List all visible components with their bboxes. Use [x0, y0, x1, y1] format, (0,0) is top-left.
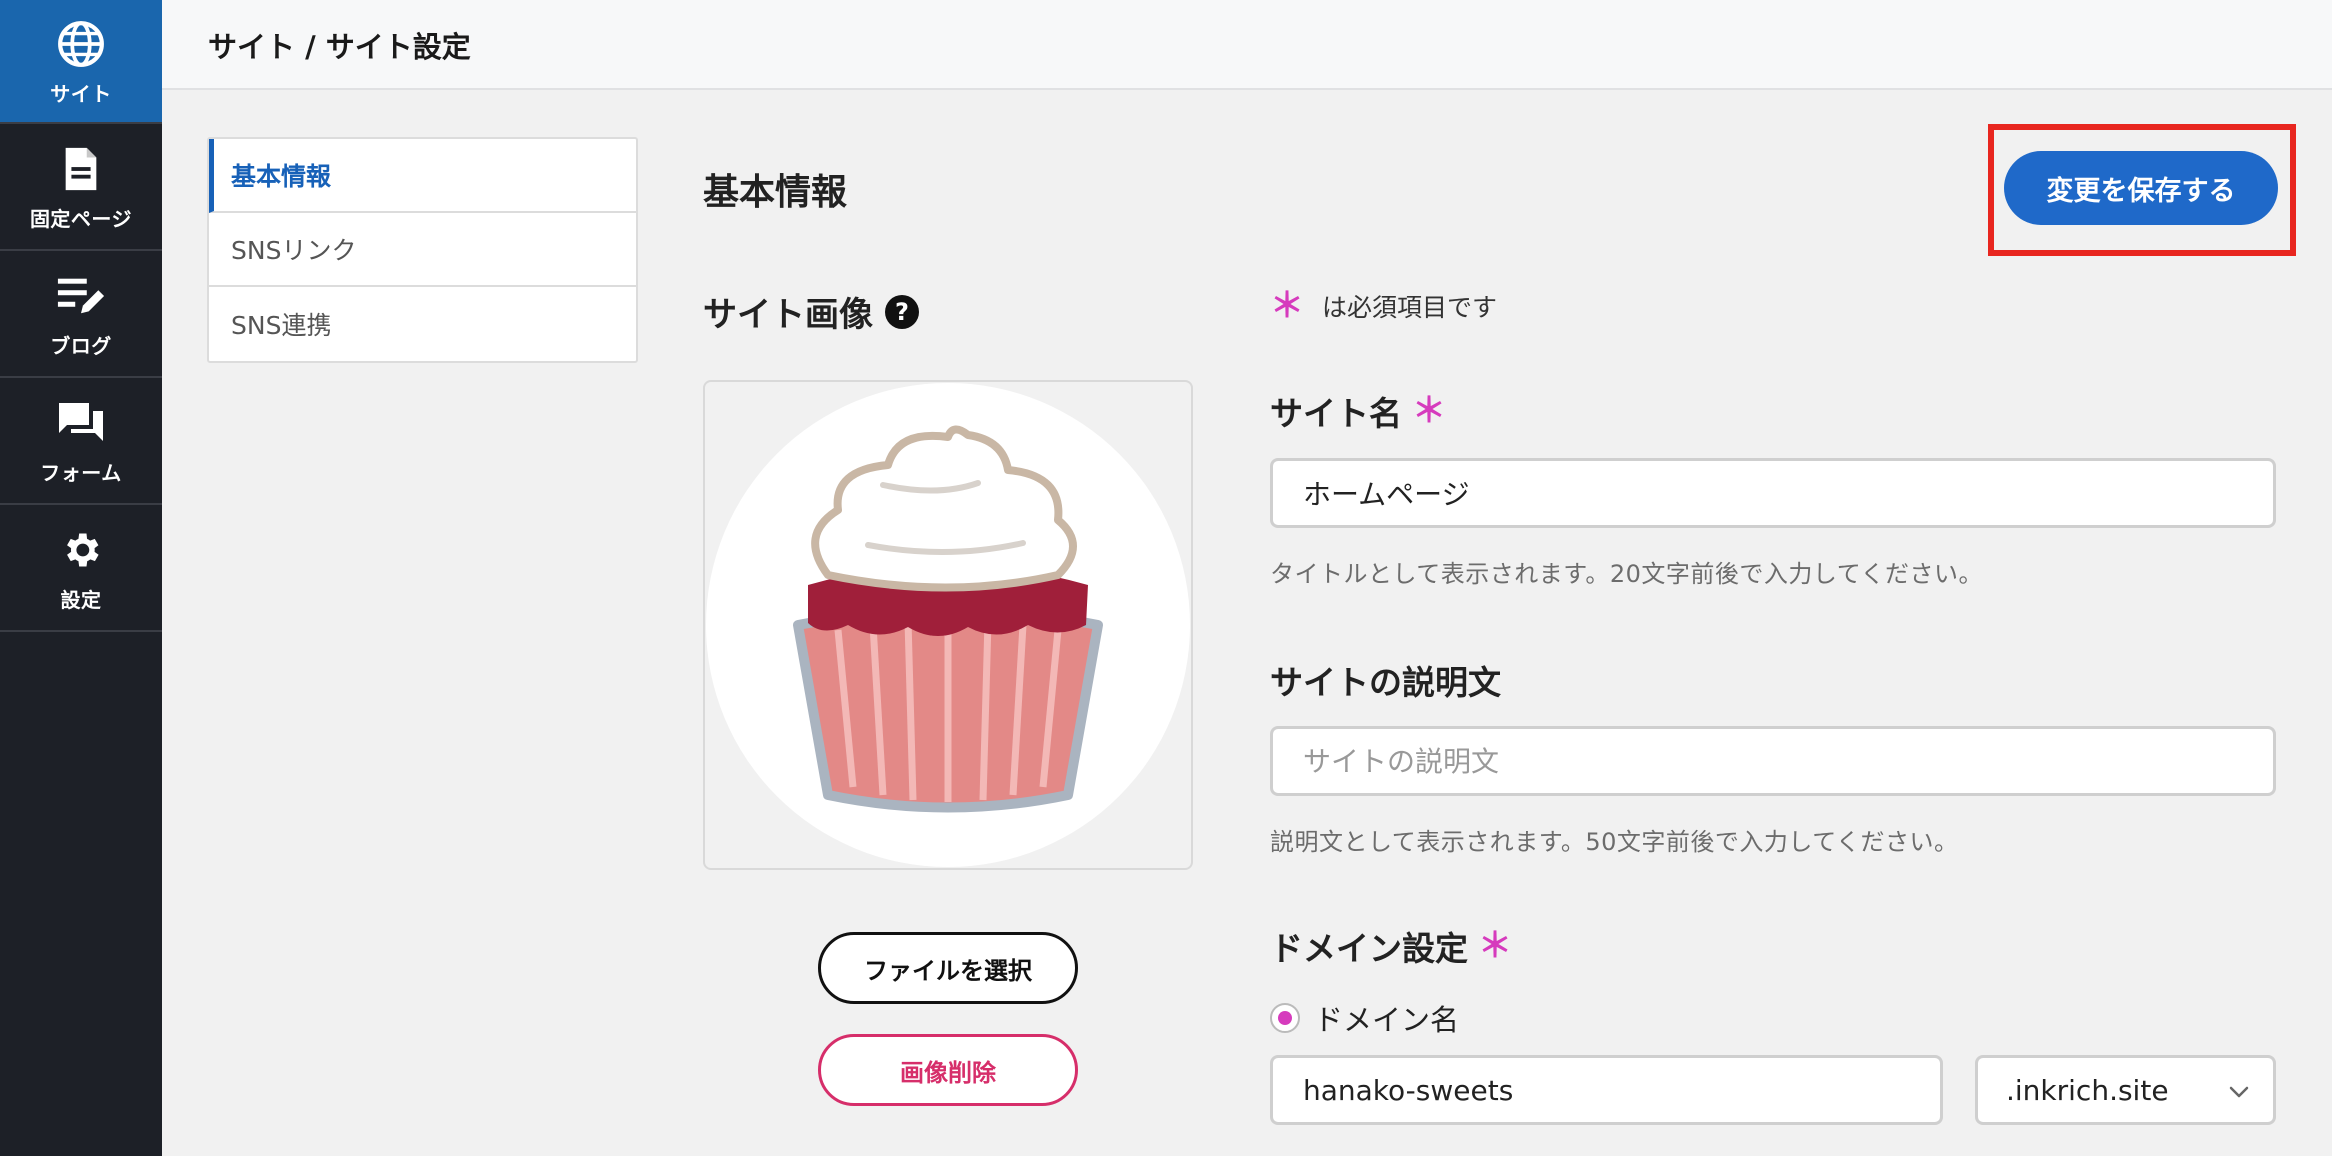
domain-suffix-value: .inkrich.site	[2006, 1073, 2169, 1107]
breadcrumb: サイト / サイト設定	[208, 30, 471, 64]
required-note-text: は必須項目です	[1322, 293, 1498, 322]
sidebar-item-settings[interactable]: 設定	[0, 505, 162, 632]
edit-note-icon	[53, 268, 109, 324]
sidebar-item-label: ブログ	[50, 334, 112, 358]
site-description-label: サイトの説明文	[1270, 656, 1501, 704]
site-name-input[interactable]	[1270, 458, 2276, 528]
sidebar-item-blog[interactable]: ブログ	[0, 251, 162, 378]
site-name-label-text: サイト名	[1270, 394, 1402, 433]
settings-subnav: 基本情報 SNSリンク SNS連携	[207, 137, 638, 363]
required-note: ＊ は必須項目です	[1270, 288, 1497, 324]
domain-label-text: ドメイン設定	[1270, 929, 1468, 968]
domain-name-radio-label: ドメイン名	[1314, 1003, 1460, 1037]
sidebar-item-label: 固定ページ	[29, 207, 133, 231]
radio-button[interactable]	[1270, 1003, 1300, 1033]
required-asterisk-icon: ＊	[1412, 391, 1446, 431]
subnav-item-sns-links[interactable]: SNSリンク	[209, 213, 636, 287]
required-asterisk-icon: ＊	[1270, 286, 1304, 326]
subnav-item-sns-integration[interactable]: SNS連携	[209, 287, 636, 361]
gear-icon	[53, 522, 109, 578]
site-description-hint: 説明文として表示されます。50文字前後で入力してください。	[1270, 828, 1959, 856]
select-file-button[interactable]: ファイルを選択	[818, 932, 1078, 1004]
sidebar-item-label: 設定	[60, 588, 102, 612]
domain-suffix-select[interactable]: .inkrich.site	[1975, 1055, 2276, 1125]
chevron-down-icon	[2229, 1086, 2249, 1098]
subnav-item-basic-info[interactable]: 基本情報	[209, 139, 636, 213]
page-title: 基本情報	[703, 172, 848, 213]
top-header: サイト / サイト設定	[162, 0, 2332, 90]
domain-input[interactable]	[1270, 1055, 1943, 1125]
sidebar-item-site[interactable]: サイト	[0, 0, 162, 124]
sidebar-item-forms[interactable]: フォーム	[0, 378, 162, 505]
site-image-preview	[703, 380, 1193, 870]
help-icon[interactable]: ?	[885, 294, 919, 329]
delete-image-button[interactable]: 画像削除	[818, 1034, 1078, 1106]
globe-icon	[53, 16, 109, 72]
site-name-hint: タイトルとして表示されます。20文字前後で入力してください。	[1270, 560, 1983, 588]
cupcake-image	[793, 425, 1103, 813]
site-image-title: サイト画像 ?	[703, 287, 919, 336]
site-description-label-text: サイトの説明文	[1270, 663, 1501, 702]
site-image-label: サイト画像	[703, 295, 873, 335]
site-description-input[interactable]	[1270, 726, 2276, 796]
domain-name-radio[interactable]: ドメイン名	[1270, 997, 1459, 1039]
chat-icon	[53, 395, 109, 451]
save-button[interactable]: 変更を保存する	[2004, 151, 2278, 225]
sidebar-item-label: サイト	[50, 81, 112, 106]
document-icon	[53, 141, 109, 197]
site-image-circle	[706, 383, 1190, 867]
required-asterisk-icon: ＊	[1478, 926, 1512, 966]
radio-selected-dot	[1278, 1011, 1292, 1025]
sidebar: サイト 固定ページ ブログ フォーム 設定	[0, 0, 162, 1156]
site-name-label: サイト名 ＊	[1270, 387, 1446, 435]
domain-label: ドメイン設定 ＊	[1270, 922, 1512, 970]
sidebar-item-label: フォーム	[40, 461, 122, 485]
sidebar-item-pages[interactable]: 固定ページ	[0, 124, 162, 251]
